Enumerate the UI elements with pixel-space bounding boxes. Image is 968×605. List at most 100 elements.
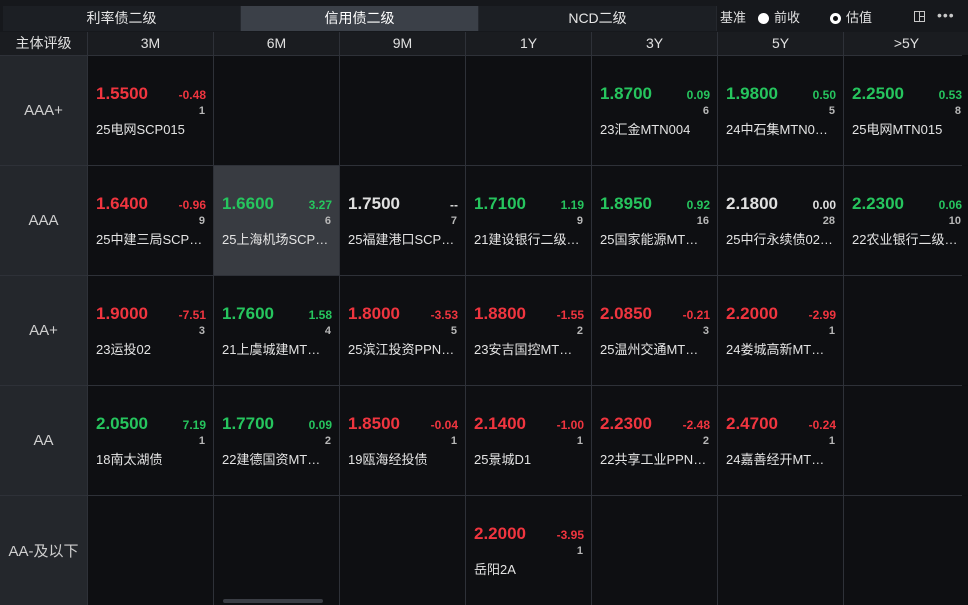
yield-cell[interactable]: 1.7100 1.19 9 21建设银行二级… [466, 166, 591, 275]
tenor-column-header[interactable]: 9M [340, 32, 465, 55]
trade-count: 1 [450, 435, 457, 447]
empty-grid-cell [214, 496, 339, 605]
yield-value: 1.8700 [600, 84, 652, 103]
yield-cell[interactable]: 1.7600 1.58 4 21上虞城建MT… [214, 276, 339, 385]
bond-name: 24嘉善经开MT… [726, 452, 825, 467]
yield-cell[interactable]: 2.4700 -0.24 1 24嘉善经开MT… [718, 386, 843, 495]
trade-count: 1 [576, 545, 583, 557]
yield-value: 1.8950 [600, 194, 652, 213]
yield-cell[interactable]: 1.8700 0.09 6 23汇金MTN004 [592, 56, 717, 165]
bond-name: 25景城D1 [474, 452, 532, 467]
yield-cell[interactable]: 1.8800 -1.55 2 23安吉国控MT… [466, 276, 591, 385]
yield-cell[interactable]: 2.1800 0.00 28 25中行永续债02… [718, 166, 843, 275]
yield-change-bp: -7.51 [178, 308, 206, 322]
basis-option-prev-close[interactable]: 前收 [758, 6, 800, 30]
yield-cell[interactable]: 1.7700 0.09 2 22建德国资MT… [214, 386, 339, 495]
yield-value: 2.1800 [726, 194, 778, 213]
trade-count: 6 [324, 215, 331, 227]
yield-value: 2.2500 [852, 84, 904, 103]
basis-selector: 基准 前收 估值 [720, 6, 902, 30]
trade-count: 7 [450, 215, 457, 227]
trade-count: 8 [954, 105, 961, 117]
yield-cell[interactable]: 1.9800 0.50 5 24中石集MTN0… [718, 56, 843, 165]
radio-unchecked-icon[interactable] [758, 12, 770, 24]
yield-change-bp: -2.99 [808, 308, 836, 322]
rating-row-label: AAA [0, 166, 87, 275]
tab-ncd-secondary[interactable]: NCD二级 [479, 6, 717, 31]
radio-checked-icon[interactable] [830, 12, 842, 24]
tenor-column-header[interactable]: 1Y [466, 32, 591, 55]
trade-count: 5 [450, 325, 457, 337]
yield-cell[interactable]: 1.8950 0.92 16 25国家能源MT… [592, 166, 717, 275]
yield-change-bp: -1.55 [556, 308, 584, 322]
trade-count: 3 [702, 325, 709, 337]
yield-value: 1.8800 [474, 304, 526, 323]
yield-change-bp: -0.48 [178, 88, 206, 102]
yield-cell[interactable]: 2.0850 -0.21 3 25温州交通MT… [592, 276, 717, 385]
bond-name: 21建设银行二级… [474, 232, 580, 247]
tenor-column-header[interactable]: 5Y [718, 32, 843, 55]
yield-cell[interactable]: 1.9000 -7.51 3 23运投02 [88, 276, 213, 385]
trade-count: 9 [576, 215, 583, 227]
yield-cell[interactable]: 1.8500 -0.04 1 19瓯海经投债 [340, 386, 465, 495]
yield-cell[interactable]: 1.6400 -0.96 9 25中建三局SCP… [88, 166, 213, 275]
yield-cell[interactable]: 2.2000 -3.95 1 岳阳2A [466, 496, 591, 605]
yield-change-bp: 0.06 [938, 198, 962, 212]
yield-cell[interactable]: 1.7500 -- 7 25福建港口SCP… [340, 166, 465, 275]
tenor-column-header[interactable]: 3Y [592, 32, 717, 55]
yield-value: 1.8500 [348, 414, 400, 433]
tab-rate-bond-secondary[interactable]: 利率债二级 [3, 6, 241, 31]
bond-name: 24中石集MTN0… [726, 122, 828, 137]
yield-value: 2.0850 [600, 304, 652, 323]
yield-change-bp: 3.27 [308, 198, 332, 212]
horizontal-scrollbar[interactable] [223, 599, 323, 603]
basis-option-label: 估值 [846, 10, 873, 25]
trade-count: 9 [198, 215, 205, 227]
bond-name: 25国家能源MT… [600, 232, 699, 247]
tenor-column-header[interactable]: 3M [88, 32, 213, 55]
yield-cell[interactable]: 1.5500 -0.48 1 25电网SCP015 [88, 56, 213, 165]
rating-row-label: AA+ [0, 276, 87, 385]
empty-grid-cell [340, 496, 465, 605]
rating-column-header: 主体评级 [0, 32, 87, 55]
basis-option-valuation[interactable]: 估值 [830, 6, 872, 30]
rating-row-label: AA [0, 386, 87, 495]
yield-change-bp: 0.00 [812, 198, 836, 212]
yield-value: 1.7100 [474, 194, 526, 213]
empty-grid-cell [340, 56, 465, 165]
trade-count: 2 [576, 325, 583, 337]
basis-label: 基准 [720, 10, 747, 25]
bond-name: 24娄城高新MT… [726, 342, 825, 357]
yield-cell[interactable]: 2.1400 -1.00 1 25景城D1 [466, 386, 591, 495]
yield-cell[interactable]: 2.2500 0.53 8 25电网MTN015 [844, 56, 968, 165]
trade-count: 6 [702, 105, 709, 117]
yield-cell[interactable]: 1.8000 -3.53 5 25滨江投资PPN… [340, 276, 465, 385]
yield-change-bp: -0.21 [682, 308, 710, 322]
yield-value: 2.2000 [474, 524, 526, 543]
yield-cell[interactable]: 2.2300 -2.48 2 22共享工业PPN… [592, 386, 717, 495]
yield-change-bp: -0.24 [808, 418, 836, 432]
tab-credit-bond-secondary[interactable]: 信用债二级 [241, 6, 479, 31]
bond-name: 25福建港口SCP… [348, 232, 455, 247]
more-icon[interactable]: ••• [937, 8, 955, 22]
bond-name: 19瓯海经投债 [348, 452, 428, 467]
yield-cell[interactable]: 1.6600 3.27 6 25上海机场SCP… [214, 166, 339, 275]
bond-name: 23运投02 [96, 342, 151, 357]
tenor-column-header[interactable]: >5Y [844, 32, 968, 55]
empty-grid-cell [844, 276, 968, 385]
yield-cell[interactable]: 2.2000 -2.99 1 24娄城高新MT… [718, 276, 843, 385]
bond-name: 23安吉国控MT… [474, 342, 573, 357]
yield-value: 1.7500 [348, 194, 400, 213]
trade-count: 1 [198, 435, 205, 447]
yield-cell[interactable]: 2.2300 0.06 10 22农业银行二级… [844, 166, 968, 275]
tenor-column-header[interactable]: 6M [214, 32, 339, 55]
bond-name: 23汇金MTN004 [600, 122, 691, 137]
trade-count: 2 [702, 435, 709, 447]
layout-icon[interactable] [914, 11, 925, 22]
bond-name: 25电网MTN015 [852, 122, 943, 137]
yield-change-bp: -- [450, 198, 458, 212]
trade-count: 10 [948, 215, 961, 227]
yield-cell[interactable]: 2.0500 7.19 1 18南太湖债 [88, 386, 213, 495]
rating-row-label: AA-及以下 [0, 496, 87, 605]
top-toolbar: 利率债二级 信用债二级 NCD二级 基准 前收 估值 ••• [0, 0, 968, 33]
